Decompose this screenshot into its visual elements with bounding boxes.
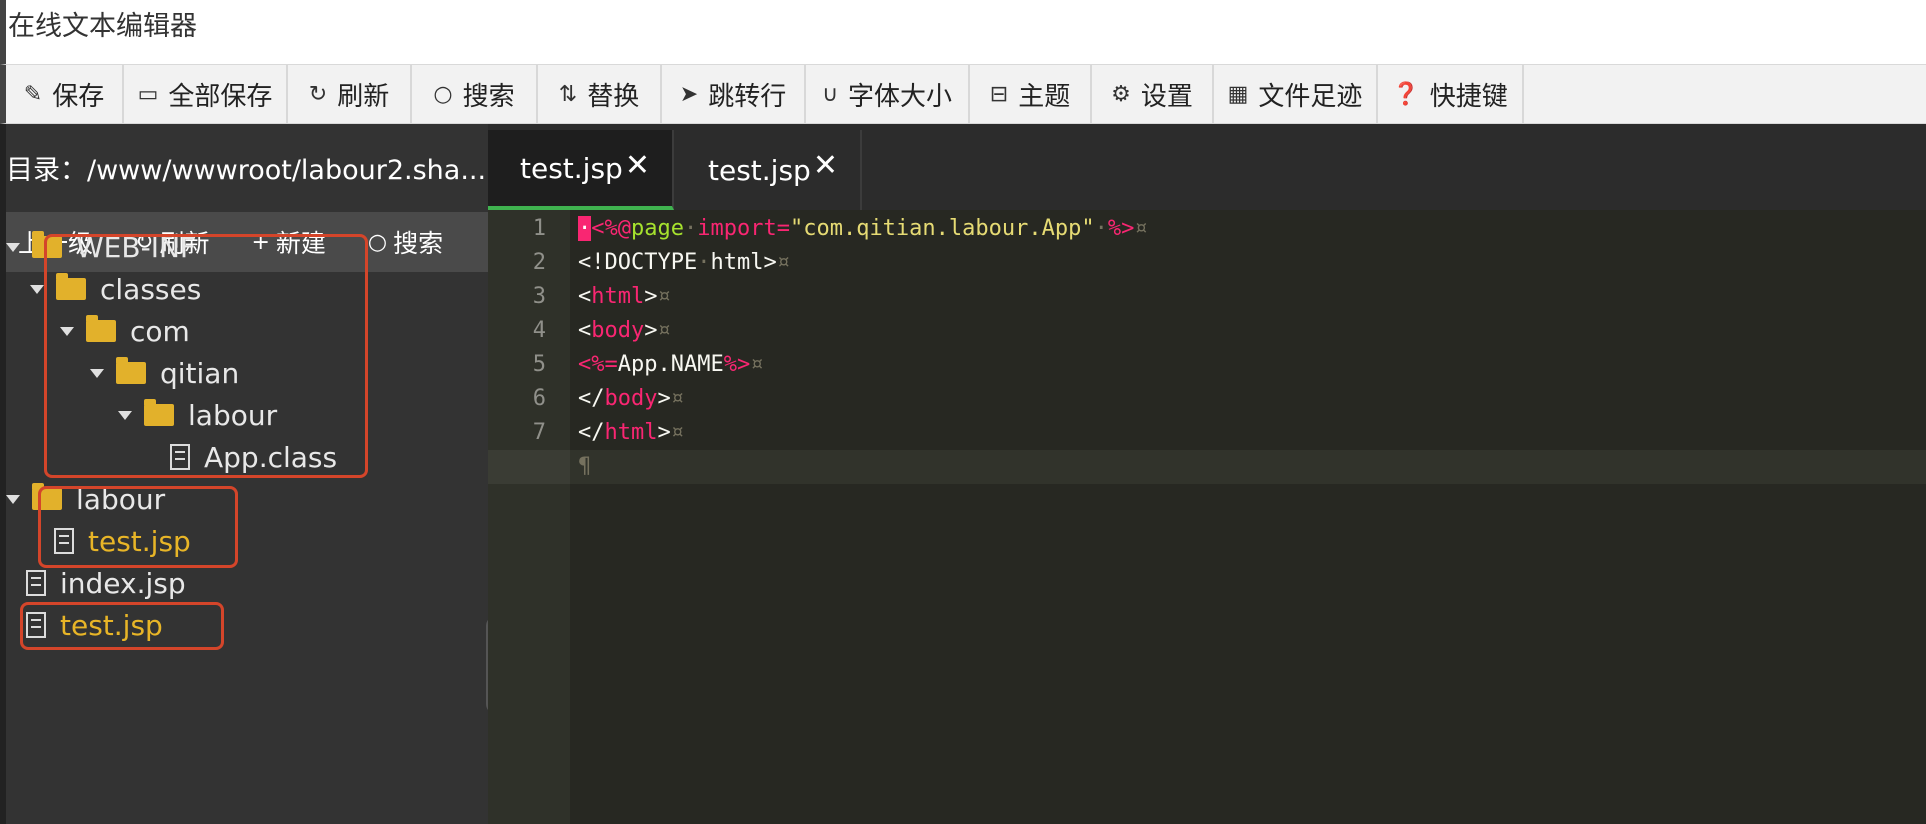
search-icon: ○ (367, 229, 388, 255)
toolbar-font-size-button[interactable]: ∪ 字体大小 (806, 65, 970, 123)
toolbar-label: 字体大小 (848, 81, 953, 112)
toolbar-label: 主题 (1018, 81, 1071, 112)
active-line-highlight (570, 450, 1926, 484)
line-gutter: 12345678 (488, 210, 570, 824)
line-number: 5 (532, 352, 546, 377)
code-line-3: <html>¤ (578, 284, 671, 309)
line-number: 4 (532, 318, 546, 343)
line-number: 1 (532, 216, 546, 241)
line-number: 3 (532, 284, 546, 309)
tab-bar: test.jsp ✕ test.jsp ✕ (488, 124, 1926, 210)
annotation-box-labour (38, 486, 238, 568)
caret-down-icon[interactable] (6, 242, 20, 252)
line-number: 6 (532, 386, 546, 411)
toolbar-goto-line-button[interactable]: ➤ 跳转行 (662, 65, 806, 123)
font-size-icon: ∪ (821, 81, 839, 107)
window-title: 在线文本编辑器 (8, 11, 197, 42)
code-line-6: </body>¤ (578, 386, 684, 411)
annotation-box-web-inf (44, 234, 368, 478)
goto-line-icon: ➤ (679, 81, 699, 107)
toolbar-save-button[interactable]: ✎ 保存 (6, 65, 124, 123)
active-line-gutter (488, 450, 570, 484)
code-line-4: <body>¤ (578, 318, 671, 343)
file-icon (26, 570, 46, 596)
tab-label: test.jsp (708, 153, 811, 187)
annotation-box-test-jsp (20, 602, 224, 650)
caret-down-icon[interactable] (6, 494, 20, 504)
close-icon[interactable]: ✕ (625, 148, 650, 183)
editor-tab-2[interactable]: test.jsp ✕ (676, 130, 862, 210)
code-line-2: <!DOCTYPE·html>¤ (578, 250, 790, 275)
file-action-label: 搜索 (393, 229, 444, 258)
code-line-5: <%=App.NAME%>¤ (578, 352, 764, 377)
tree-item-label: index.jsp (60, 566, 186, 600)
toolbar-label: 设置 (1140, 81, 1193, 112)
theme-icon: ⊟ (989, 81, 1009, 107)
line-number: 7 (532, 420, 546, 445)
code-line-1: ·<%@page·import="com.qitian.labour.App"·… (578, 216, 1148, 241)
code-line-7: </html>¤ (578, 420, 684, 445)
toolbar-label: 快捷键 (1429, 81, 1508, 112)
code-editor[interactable]: 12345678 ·<%@page·import="com.qitian.lab… (488, 210, 1926, 824)
toolbar-shortcuts-button[interactable]: ❓ 快捷键 (1378, 65, 1524, 123)
shortcuts-icon: ❓ (1392, 81, 1420, 107)
toolbar-file-history-button[interactable]: ▦ 文件足迹 (1214, 65, 1378, 123)
directory-path: 目录：/www/wwwroot/labour2.sha... (6, 155, 486, 186)
toolbar-replace-button[interactable]: ⇅ 替换 (538, 65, 662, 123)
toolbar-label: 搜索 (462, 81, 515, 112)
file-sidebar: 目录：/www/wwwroot/labour2.sha... 上一级↻刷新+新建… (0, 124, 488, 824)
editor-tab-1[interactable]: test.jsp ✕ (488, 130, 674, 210)
code-line-8: ¶ (578, 454, 592, 479)
toolbar-label: 全部保存 (168, 81, 273, 112)
toolbar-label: 跳转行 (708, 81, 787, 112)
refresh-icon: ↻ (308, 81, 328, 107)
close-icon[interactable]: ✕ (813, 148, 838, 183)
file-history-icon: ▦ (1227, 81, 1249, 107)
replace-icon: ⇅ (558, 81, 578, 107)
title-bar: 在线文本编辑器 (0, 0, 1926, 64)
toolbar-label: 保存 (52, 81, 105, 112)
toolbar-label: 文件足迹 (1258, 81, 1363, 112)
toolbar-label: 刷新 (337, 81, 390, 112)
cursor-marker: · (578, 216, 592, 241)
settings-icon: ⚙ (1111, 81, 1131, 107)
toolbar-settings-button[interactable]: ⚙ 设置 (1092, 65, 1214, 123)
tab-label: test.jsp (520, 151, 623, 185)
toolbar-search-button[interactable]: ○ 搜索 (412, 65, 538, 123)
toolbar-save-all-button[interactable]: ▭ 全部保存 (124, 65, 288, 123)
editor-toolbar: ✎ 保存 ▭ 全部保存 ↻ 刷新 ○ 搜索 ⇅ 替换 ➤ 跳转行 ∪ 字体大小 ⊟ 主题 ⚙ 设置 ▦ 文件足迹 ❓ 快捷… (0, 64, 1926, 124)
toolbar-theme-button[interactable]: ⊟ 主题 (970, 65, 1092, 123)
search-icon: ○ (433, 81, 453, 107)
toolbar-label: 替换 (587, 81, 640, 112)
toolbar-refresh-button[interactable]: ↻ 刷新 (288, 65, 412, 123)
save-icon: ✎ (23, 81, 43, 107)
file-action-search-button[interactable]: ○ 搜索 (368, 224, 443, 260)
caret-down-icon[interactable] (30, 284, 44, 294)
line-number: 2 (532, 250, 546, 275)
save-all-icon: ▭ (137, 81, 159, 107)
